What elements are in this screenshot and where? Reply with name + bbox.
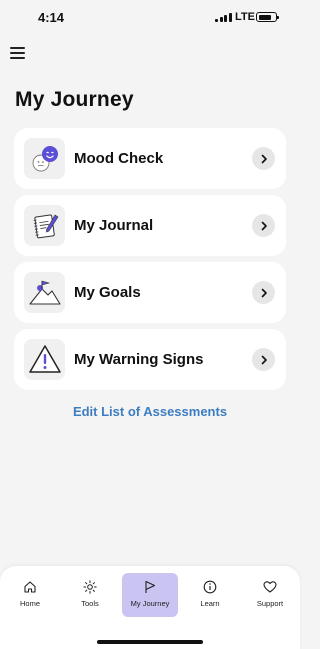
chevron-right-icon[interactable] (252, 147, 275, 170)
status-time: 4:14 (38, 10, 65, 25)
tab-support-label: Support (256, 599, 284, 608)
hamburger-menu-icon[interactable] (10, 43, 30, 63)
signal-strength-icon (215, 12, 232, 22)
home-indicator (97, 640, 203, 644)
chevron-right-icon[interactable] (252, 281, 275, 304)
bottom-tab-bar: Home Tools My Journey Learn Support (0, 566, 300, 649)
my-warning-signs-card[interactable]: My Warning Signs (14, 329, 286, 390)
journey-card-list: Mood Check My Journal My Goals My Warnin… (14, 128, 286, 396)
flag-icon (145, 580, 156, 593)
my-goals-card[interactable]: My Goals (14, 262, 286, 323)
mountain-flag-icon (24, 272, 65, 313)
sun-tools-icon (83, 580, 97, 594)
journal-pen-icon (24, 205, 65, 246)
page-title: My Journey (15, 88, 134, 111)
chevron-right-icon[interactable] (252, 214, 275, 237)
info-icon (203, 580, 217, 594)
tab-home-label: Home (19, 599, 40, 608)
edit-assessments-link[interactable]: Edit List of Assessments (0, 404, 300, 419)
battery-icon (256, 12, 279, 22)
tab-learn[interactable]: Learn (182, 573, 238, 617)
tab-learn-label: Learn (200, 599, 220, 608)
tab-my-journey[interactable]: My Journey (122, 573, 178, 617)
my-journal-label: My Journal (74, 217, 154, 234)
my-goals-label: My Goals (74, 284, 141, 301)
chevron-right-icon[interactable] (252, 348, 275, 371)
home-icon (24, 581, 36, 593)
mood-faces-icon (24, 138, 65, 179)
warning-triangle-icon (24, 339, 65, 380)
network-type: LTE (235, 11, 255, 23)
tab-tools-label: Tools (81, 599, 99, 608)
my-journal-card[interactable]: My Journal (14, 195, 286, 256)
tab-home[interactable]: Home (2, 573, 58, 617)
tab-support[interactable]: Support (242, 573, 298, 617)
my-warning-signs-label: My Warning Signs (74, 351, 204, 368)
mood-check-label: Mood Check (74, 150, 164, 167)
tab-tools[interactable]: Tools (62, 573, 118, 617)
tab-my-journey-label: My Journey (130, 599, 170, 608)
status-bar: 4:14 LTE (0, 0, 300, 36)
heart-icon (263, 581, 277, 593)
mood-check-card[interactable]: Mood Check (14, 128, 286, 189)
